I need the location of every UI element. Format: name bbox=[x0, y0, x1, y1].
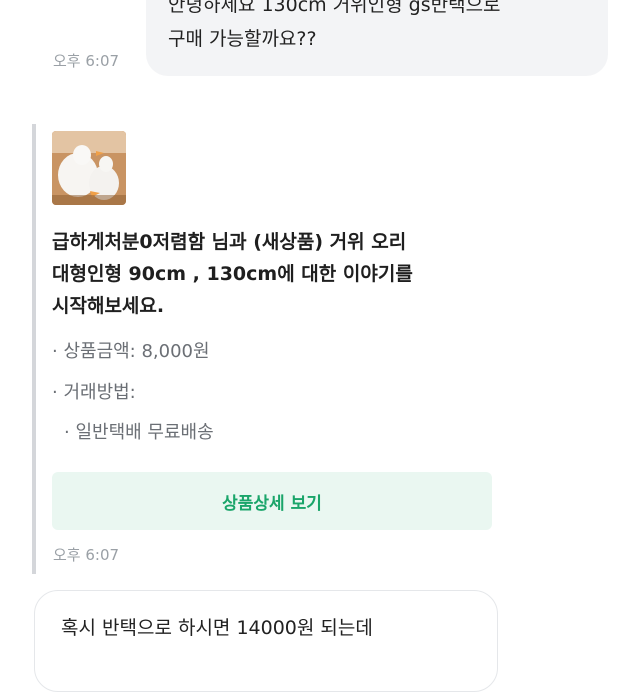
message-text-line: 안녕하세요 130cm 거위인형 gs반택으로 bbox=[168, 0, 501, 16]
card-accent-bar bbox=[32, 124, 36, 574]
trade-method-label: · 거래방법: bbox=[52, 382, 136, 403]
message-text-line: 혹시 반택으로 하시면 14000원 되는데 bbox=[61, 617, 373, 639]
title-line: 급하게처분0저렴함 님과 (새상품) 거위 오리 bbox=[52, 231, 407, 253]
product-price: · 상품금액: 8,000원 bbox=[52, 341, 210, 362]
product-card-title: 급하게처분0저렴함 님과 (새상품) 거위 오리 대형인형 90cm , 130… bbox=[52, 226, 492, 322]
received-message-bubble: 혹시 반택으로 하시면 14000원 되는데 bbox=[34, 590, 498, 692]
title-line: 시작해보세요. bbox=[52, 295, 165, 317]
product-thumbnail[interactable] bbox=[52, 131, 126, 205]
sent-message-bubble: 안녕하세요 130cm 거위인형 gs반택으로 구매 가능할까요?? bbox=[146, 0, 608, 76]
title-line: 대형인형 90cm , 130cm에 대한 이야기를 bbox=[52, 263, 413, 285]
message-timestamp: 오후 6:07 bbox=[53, 52, 120, 70]
product-image bbox=[52, 131, 126, 205]
message-timestamp: 오후 6:07 bbox=[53, 546, 120, 564]
view-product-detail-button[interactable]: 상품상세 보기 bbox=[52, 472, 492, 530]
shipping-method: · 일반택배 무료배송 bbox=[64, 422, 214, 443]
message-text-line: 구매 가능할까요?? bbox=[168, 28, 317, 50]
